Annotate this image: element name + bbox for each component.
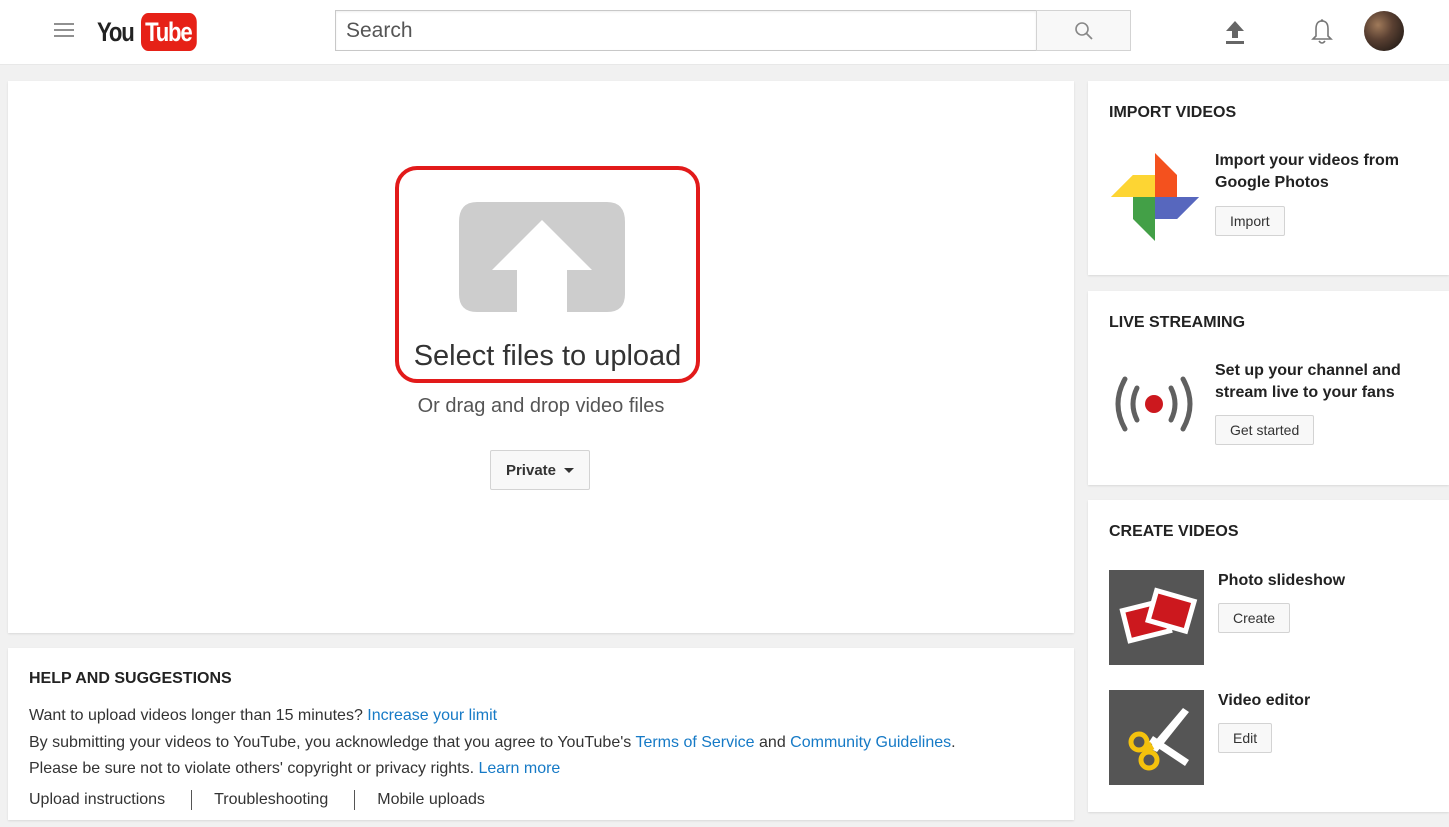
- divider: [191, 790, 193, 810]
- help-line-copyright: Please be sure not to violate others' co…: [29, 760, 561, 777]
- troubleshooting-link[interactable]: Troubleshooting: [214, 791, 328, 809]
- video-editor-thumbnail[interactable]: [1109, 690, 1204, 785]
- logo-tube-text: Tube: [141, 13, 197, 51]
- upload-icon: [1226, 21, 1244, 44]
- create-videos-title: CREATE VIDEOS: [1109, 523, 1239, 540]
- drag-drop-hint: Or drag and drop video files: [417, 395, 665, 417]
- import-button[interactable]: Import: [1215, 206, 1285, 236]
- live-streaming-title: LIVE STREAMING: [1109, 314, 1246, 331]
- select-files-button[interactable]: Select files to upload: [395, 166, 700, 383]
- upload-arrow-icon: [459, 202, 625, 312]
- search-bar: [335, 10, 1131, 51]
- get-started-button[interactable]: Get started: [1215, 415, 1315, 445]
- bell-icon: [1311, 19, 1333, 44]
- avatar[interactable]: [1364, 11, 1404, 51]
- import-videos-card: IMPORT VIDEOS Import your videos from Go…: [1088, 81, 1449, 275]
- upload-instructions-link[interactable]: Upload instructions: [29, 791, 165, 809]
- help-links: Upload instructions Troubleshooting Mobi…: [29, 790, 485, 810]
- logo-you-text: You: [97, 16, 135, 47]
- youtube-logo[interactable]: You Tube: [97, 12, 209, 52]
- divider: [354, 790, 356, 810]
- live-broadcast-icon: [1115, 376, 1193, 432]
- photos-icon: [1119, 587, 1198, 644]
- terms-of-service-link[interactable]: Terms of Service: [635, 734, 754, 751]
- upload-panel: Select files to upload Or drag and drop …: [8, 81, 1074, 633]
- scissors-icon: [1128, 708, 1189, 771]
- select-files-label: Select files to upload: [413, 340, 682, 372]
- live-streaming-card: LIVE STREAMING Set up your channel and s…: [1088, 291, 1449, 485]
- search-input[interactable]: [335, 10, 1036, 51]
- google-photos-icon: [1111, 153, 1199, 241]
- community-guidelines-link[interactable]: Community Guidelines: [790, 734, 951, 751]
- notifications-button[interactable]: [1304, 14, 1340, 50]
- top-bar: You Tube: [0, 0, 1449, 65]
- upload-button[interactable]: [1217, 14, 1253, 50]
- mobile-uploads-link[interactable]: Mobile uploads: [377, 791, 485, 809]
- menu-icon[interactable]: [54, 23, 74, 39]
- help-line-limit: Want to upload videos longer than 15 min…: [29, 707, 498, 724]
- help-line-terms: By submitting your videos to YouTube, yo…: [29, 734, 956, 751]
- caret-down-icon: [564, 467, 575, 473]
- help-title: HELP AND SUGGESTIONS: [29, 670, 232, 687]
- learn-more-link[interactable]: Learn more: [479, 760, 561, 777]
- photo-slideshow-label: Photo slideshow: [1218, 572, 1346, 589]
- privacy-dropdown[interactable]: Private: [490, 450, 590, 490]
- import-description: Import your videos from Google Photos: [1215, 152, 1400, 191]
- edit-video-button[interactable]: Edit: [1218, 723, 1273, 753]
- import-videos-title: IMPORT VIDEOS: [1109, 104, 1237, 121]
- photo-slideshow-thumbnail[interactable]: [1109, 570, 1204, 665]
- search-icon: [1074, 21, 1093, 40]
- create-slideshow-button[interactable]: Create: [1218, 603, 1291, 633]
- video-editor-label: Video editor: [1218, 692, 1311, 709]
- live-description: Set up your channel and stream live to y…: [1215, 362, 1401, 401]
- increase-limit-link[interactable]: Increase your limit: [367, 707, 497, 724]
- privacy-value: Private: [505, 461, 557, 479]
- search-button[interactable]: [1036, 10, 1131, 51]
- create-videos-card: CREATE VIDEOS Photo slideshow Create Vid…: [1088, 500, 1449, 812]
- help-panel: HELP AND SUGGESTIONS Want to upload vide…: [8, 648, 1074, 820]
